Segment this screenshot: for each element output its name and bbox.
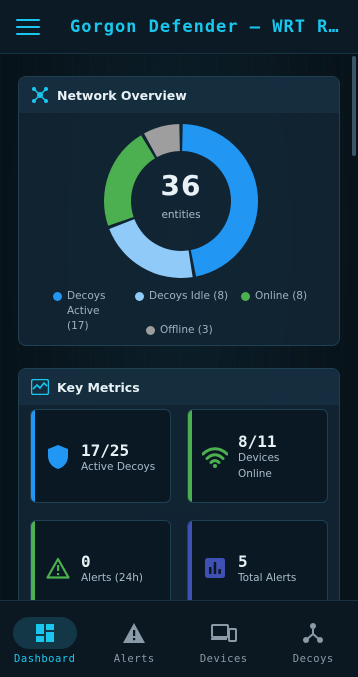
nav-label: Dashboard bbox=[0, 653, 90, 665]
metric-label: Total Alerts bbox=[238, 570, 324, 586]
key-metrics-title: Key Metrics bbox=[57, 380, 140, 395]
legend-dot bbox=[241, 292, 250, 301]
app-title: Gorgon Defender — WRT Ro... bbox=[70, 17, 346, 37]
shield-icon bbox=[45, 444, 71, 470]
metric-tile-devices-online[interactable]: 8/11 Devices Online bbox=[187, 409, 328, 503]
nav-decoys[interactable]: Decoys bbox=[269, 601, 358, 677]
metric-value: 17/25 bbox=[81, 441, 129, 460]
legend-offline: Offline (3) bbox=[146, 323, 213, 338]
legend-decoys-idle: Decoys Idle (8) bbox=[135, 289, 228, 304]
legend-label: Offline (3) bbox=[160, 323, 213, 338]
nav-label: Devices bbox=[179, 653, 269, 665]
legend-dot bbox=[146, 326, 155, 335]
network-icon bbox=[31, 86, 49, 104]
network-overview-card: Network Overview 36 entities Decoys Acti… bbox=[18, 76, 340, 346]
key-metrics-header: Key Metrics bbox=[19, 369, 339, 405]
legend-dot bbox=[53, 292, 62, 301]
nav-label: Decoys bbox=[269, 653, 358, 665]
bar-chart-icon bbox=[202, 555, 228, 581]
nav-devices[interactable]: Devices bbox=[179, 601, 269, 677]
nav-label: Alerts bbox=[90, 653, 180, 665]
metric-value: 8/11 bbox=[238, 432, 277, 451]
warning-icon bbox=[45, 555, 71, 581]
analytics-icon bbox=[31, 378, 49, 396]
nav-dashboard[interactable]: Dashboard bbox=[0, 601, 90, 677]
entities-total: 36 bbox=[101, 169, 261, 202]
tile-accent-stripe bbox=[31, 410, 35, 502]
legend-dot bbox=[135, 292, 144, 301]
bottom-navigation: Dashboard Alerts Devices Decoys bbox=[0, 600, 358, 677]
legend-label: Decoys Active (17) bbox=[67, 289, 123, 334]
warning-icon bbox=[102, 617, 166, 649]
metric-label: Active Decoys bbox=[81, 459, 167, 475]
tile-accent-stripe bbox=[188, 410, 192, 502]
scrollbar[interactable] bbox=[352, 56, 356, 156]
metric-value: 0 bbox=[81, 552, 91, 571]
donut-segment-decoys-idle bbox=[109, 219, 192, 278]
metric-value: 5 bbox=[238, 552, 248, 571]
wifi-icon bbox=[202, 444, 228, 470]
top-app-bar: Gorgon Defender — WRT Ro... bbox=[0, 0, 358, 54]
hub-icon bbox=[281, 617, 345, 649]
legend-label: Decoys Idle (8) bbox=[149, 289, 228, 304]
entities-label: entities bbox=[101, 209, 261, 221]
network-overview-title: Network Overview bbox=[57, 88, 187, 103]
nav-alerts[interactable]: Alerts bbox=[90, 601, 180, 677]
legend-decoys-active: Decoys Active (17) bbox=[53, 289, 123, 334]
metric-tile-active-decoys[interactable]: 17/25 Active Decoys bbox=[30, 409, 171, 503]
entities-donut-chart: 36 entities bbox=[101, 121, 261, 281]
dashboard-icon bbox=[13, 617, 77, 649]
menu-icon[interactable] bbox=[16, 19, 40, 35]
metric-label: Devices Online bbox=[238, 450, 288, 482]
legend-online: Online (8) bbox=[241, 289, 307, 304]
devices-icon bbox=[192, 617, 256, 649]
network-overview-header: Network Overview bbox=[19, 77, 339, 113]
metric-label: Alerts (24h) bbox=[81, 570, 167, 586]
legend-label: Online (8) bbox=[255, 289, 307, 304]
